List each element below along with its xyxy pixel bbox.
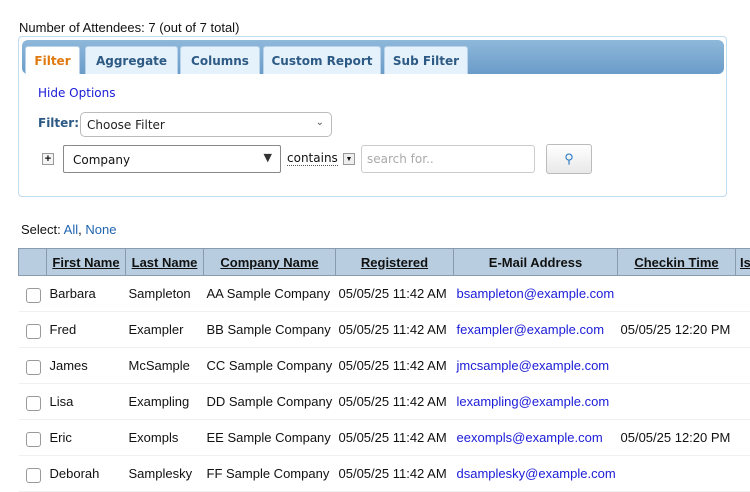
hide-options-link[interactable]: Hide Options	[38, 86, 115, 100]
table-row: FredExamplerBB Sample Company05/05/25 11…	[19, 312, 750, 348]
field-select-value: Company	[73, 153, 130, 167]
cell-registered: 05/05/25 11:42 AM	[336, 456, 454, 492]
operator-dropdown-button[interactable]: ▼	[343, 153, 355, 165]
add-condition-button[interactable]: +	[42, 153, 54, 165]
cell-first-name: Deborah	[47, 456, 126, 492]
header-email: E-Mail Address	[454, 249, 618, 276]
cell-first-name: Fred	[47, 312, 126, 348]
row-checkbox[interactable]	[26, 396, 41, 411]
table-row: LisaExamplingDD Sample Company05/05/25 1…	[19, 384, 750, 420]
select-separator: ,	[78, 222, 82, 237]
row-checkbox-cell	[19, 456, 47, 492]
cell-is	[736, 456, 750, 492]
row-checkbox[interactable]	[26, 288, 41, 303]
cell-registered: 05/05/25 11:42 AM	[336, 312, 454, 348]
row-checkbox-cell	[19, 420, 47, 456]
field-select[interactable]: Company ▼	[63, 145, 281, 173]
cell-company: EE Sample Company	[204, 420, 336, 456]
cell-email[interactable]: bsampleton@example.com	[454, 276, 618, 312]
tab-sub-filter[interactable]: Sub Filter	[384, 46, 468, 74]
row-checkbox[interactable]	[26, 360, 41, 375]
cell-last-name: Exompls	[126, 420, 204, 456]
cell-checkin-time	[618, 348, 736, 384]
row-checkbox[interactable]	[26, 468, 41, 483]
row-checkbox-cell	[19, 312, 47, 348]
table-row: DeborahSampleskyFF Sample Company05/05/2…	[19, 456, 750, 492]
select-all-link[interactable]: All	[64, 222, 78, 237]
cell-is	[736, 276, 750, 312]
cell-registered: 05/05/25 11:42 AM	[336, 384, 454, 420]
cell-company: BB Sample Company	[204, 312, 336, 348]
row-checkbox[interactable]	[26, 324, 41, 339]
cell-checkin-time	[618, 384, 736, 420]
select-none-link[interactable]: None	[85, 222, 116, 237]
cell-first-name: Barbara	[47, 276, 126, 312]
filter-label: Filter:	[38, 116, 79, 130]
tab-aggregate[interactable]: Aggregate	[85, 46, 178, 74]
dropdown-triangle-icon: ▼	[264, 151, 272, 164]
table-row: JamesMcSampleCC Sample Company05/05/25 1…	[19, 348, 750, 384]
cell-registered: 05/05/25 11:42 AM	[336, 420, 454, 456]
cell-last-name: Exampling	[126, 384, 204, 420]
table-row: EricExomplsEE Sample Company05/05/25 11:…	[19, 420, 750, 456]
select-label: Select:	[21, 222, 61, 237]
header-last-name[interactable]: Last Name	[126, 249, 204, 276]
search-icon: ⚲	[564, 151, 574, 166]
choose-filter-value: Choose Filter	[87, 118, 165, 132]
header-registered[interactable]: Registered	[336, 249, 454, 276]
operator-label[interactable]: contains	[287, 151, 338, 166]
cell-email[interactable]: lexampling@example.com	[454, 384, 618, 420]
cell-email[interactable]: jmcsample@example.com	[454, 348, 618, 384]
cell-is	[736, 384, 750, 420]
choose-filter-select[interactable]: Choose Filter ⌄	[80, 112, 332, 137]
cell-is	[736, 420, 750, 456]
cell-last-name: Exampler	[126, 312, 204, 348]
cell-last-name: Samplesky	[126, 456, 204, 492]
cell-is	[736, 348, 750, 384]
row-checkbox-cell	[19, 384, 47, 420]
cell-registered: 05/05/25 11:42 AM	[336, 276, 454, 312]
tab-bar: Filter Aggregate Columns Custom Report S…	[22, 40, 724, 74]
attendee-count: Number of Attendees: 7 (out of 7 total)	[19, 20, 239, 35]
cell-is	[736, 312, 750, 348]
header-first-name[interactable]: First Name	[47, 249, 126, 276]
filter-panel: Filter Aggregate Columns Custom Report S…	[18, 36, 727, 197]
table-row: BarbaraSampletonAA Sample Company05/05/2…	[19, 276, 750, 312]
cell-checkin-time	[618, 456, 736, 492]
cell-email[interactable]: eexompls@example.com	[454, 420, 618, 456]
cell-email[interactable]: dsamplesky@example.com	[454, 456, 618, 492]
tab-filter[interactable]: Filter	[25, 46, 80, 74]
cell-checkin-time: 05/05/25 12:20 PM	[618, 420, 736, 456]
search-button[interactable]: ⚲	[546, 144, 592, 174]
attendee-table: First Name Last Name Company Name Regist…	[18, 248, 750, 492]
header-is[interactable]: Is	[736, 249, 750, 276]
row-checkbox[interactable]	[26, 432, 41, 447]
cell-company: CC Sample Company	[204, 348, 336, 384]
cell-company: FF Sample Company	[204, 456, 336, 492]
cell-last-name: McSample	[126, 348, 204, 384]
cell-first-name: Eric	[47, 420, 126, 456]
cell-company: AA Sample Company	[204, 276, 336, 312]
cell-registered: 05/05/25 11:42 AM	[336, 348, 454, 384]
header-company-name[interactable]: Company Name	[204, 249, 336, 276]
chevron-down-icon: ⌄	[316, 117, 324, 128]
search-input[interactable]	[361, 145, 535, 173]
cell-checkin-time: 05/05/25 12:20 PM	[618, 312, 736, 348]
cell-first-name: James	[47, 348, 126, 384]
cell-company: DD Sample Company	[204, 384, 336, 420]
tab-columns[interactable]: Columns	[180, 46, 260, 74]
cell-last-name: Sampleton	[126, 276, 204, 312]
cell-email[interactable]: fexampler@example.com	[454, 312, 618, 348]
checkbox-header	[19, 249, 47, 276]
row-checkbox-cell	[19, 276, 47, 312]
cell-checkin-time	[618, 276, 736, 312]
row-checkbox-cell	[19, 348, 47, 384]
tab-custom-report[interactable]: Custom Report	[263, 46, 381, 74]
select-row: Select: All, None	[21, 222, 116, 237]
cell-first-name: Lisa	[47, 384, 126, 420]
header-checkin-time[interactable]: Checkin Time	[618, 249, 736, 276]
